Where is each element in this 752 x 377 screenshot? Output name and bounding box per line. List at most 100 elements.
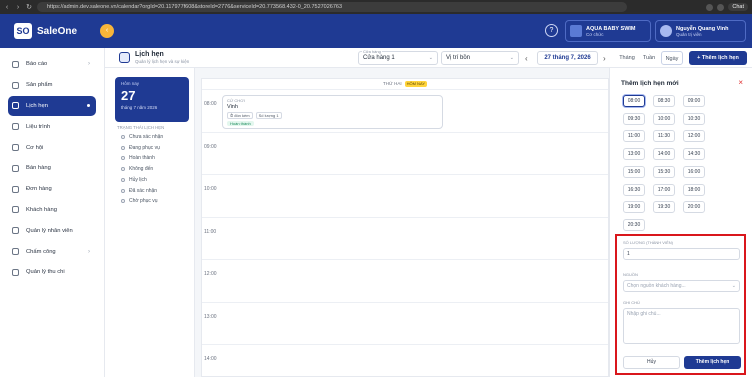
- time-slot-button[interactable]: 08:30: [653, 95, 675, 107]
- time-slot-button[interactable]: 19:30: [653, 201, 675, 214]
- cancel-button[interactable]: Hủy: [623, 356, 680, 369]
- status-legend-item[interactable]: Không đến: [121, 166, 153, 172]
- sidebar-item[interactable]: Lịch hẹn: [8, 95, 96, 117]
- status-legend-item[interactable]: Đang phục vụ: [121, 145, 160, 151]
- today-label: Hôm nay: [121, 81, 140, 86]
- day-calendar: THỨ HAI HÔM NAY 08:00 09:00 10:00 11:00 12:00…: [201, 78, 609, 377]
- user-role: Quản trị viên: [676, 31, 702, 37]
- hour-row[interactable]: [202, 131, 608, 133]
- page-header: Lịch hẹn Quản lý lịch hẹn và sự kiện Cửa…: [105, 48, 752, 68]
- note-textarea[interactable]: Nhập ghi chú...: [623, 308, 740, 344]
- status-legend-item[interactable]: Hủy lịch: [121, 177, 147, 183]
- today-card[interactable]: Hôm nay 27 tháng 7 năm 2026: [115, 77, 189, 122]
- back-icon[interactable]: ‹: [4, 4, 10, 11]
- time-slot-button[interactable]: 14:00: [653, 148, 675, 161]
- time-slot-button[interactable]: 13:00: [623, 148, 645, 161]
- sidebar-item[interactable]: Chấm công ›: [0, 241, 96, 262]
- appointment-time: CỬ CHƠI: [227, 98, 245, 103]
- user-account[interactable]: Nguyễn Quang Vinh Quản trị viên: [655, 20, 746, 42]
- time-slot-button[interactable]: 14:30: [683, 148, 705, 161]
- close-icon[interactable]: ×: [738, 78, 743, 87]
- store-select[interactable]: Cửa hàng Cửa hàng 1 ⌄: [358, 49, 438, 65]
- view-month-button[interactable]: Tháng: [617, 51, 637, 65]
- time-slot-button[interactable]: 09:30: [623, 112, 645, 125]
- forward-icon[interactable]: ›: [15, 4, 21, 11]
- status-legend-item[interactable]: Hoàn thành: [121, 155, 155, 161]
- location-select[interactable]: Vị trí bồn ⌄: [441, 51, 519, 65]
- time-slot-button[interactable]: 16:30: [623, 183, 645, 196]
- quantity-chip: Số lượng 1: [255, 112, 282, 119]
- store-name: AQUA BABY SWIM: [586, 25, 636, 32]
- status-dot-icon: [121, 177, 125, 182]
- status-legend-item[interactable]: Đã xác nhận: [121, 188, 157, 194]
- sidebar-item[interactable]: Báo cáo ›: [0, 54, 96, 75]
- status-dot-icon: [121, 188, 125, 193]
- hour-row[interactable]: [202, 216, 608, 218]
- view-day-button[interactable]: Ngày: [661, 51, 683, 65]
- chevron-down-icon: ⌄: [731, 283, 736, 289]
- reload-icon[interactable]: ↻: [26, 3, 32, 11]
- extension-icon[interactable]: [706, 3, 714, 11]
- quantity-input[interactable]: 1: [623, 248, 740, 260]
- service-chip-label: đón kèm: [234, 113, 250, 118]
- hour-row[interactable]: [202, 301, 608, 303]
- address-bar[interactable]: https://admin.dev.saleone.vn/calendar?or…: [37, 2, 627, 12]
- browser-toolbar: ‹ › ↻ https://admin.dev.saleone.vn/calen…: [0, 0, 752, 14]
- time-slot-button[interactable]: 11:00: [623, 130, 645, 143]
- time-slot-button[interactable]: 16:00: [683, 165, 705, 178]
- view-week-button[interactable]: Tuần: [639, 51, 659, 65]
- time-slot-button[interactable]: 15:30: [653, 165, 675, 178]
- page-subtitle: Quản lý lịch hẹn và sự kiện: [135, 59, 190, 64]
- sidebar-item[interactable]: Sản phẩm: [0, 75, 96, 96]
- appointment-card[interactable]: CỬ CHƠI Vinh ⏱ đón kèm Số lượng 1 Hoàn t…: [222, 95, 443, 129]
- time-slot-button[interactable]: 10:30: [683, 112, 705, 125]
- sidebar-item-label: Quản lý nhân viên: [26, 227, 73, 234]
- prev-date-button[interactable]: ‹: [525, 54, 528, 63]
- status-legend-item[interactable]: Chưa xác nhận: [121, 134, 163, 140]
- time-slot-button[interactable]: 19:00: [623, 201, 645, 214]
- help-icon[interactable]: ?: [545, 24, 558, 37]
- time-slot-button[interactable]: 08:00: [623, 95, 645, 107]
- hour-row[interactable]: [202, 174, 608, 175]
- sidebar-item[interactable]: Cơ hội: [0, 137, 96, 158]
- time-slot-button[interactable]: 18:00: [683, 183, 705, 196]
- status-legend-label: Hủy lịch: [129, 176, 147, 183]
- add-appointment-button[interactable]: + Thêm lịch hẹn: [689, 51, 747, 65]
- sidebar: Báo cáo › Sản phẩm Lịch hẹn Liệu trình Cơ hội…: [0, 48, 105, 377]
- hour-row[interactable]: [202, 89, 608, 90]
- time-slot-button[interactable]: 17:00: [653, 183, 675, 196]
- sidebar-item[interactable]: Đơn hàng: [0, 179, 96, 200]
- time-slot-button[interactable]: 20:30: [623, 218, 645, 231]
- customer-icon: [12, 206, 19, 214]
- time-slot-button[interactable]: 12:00: [683, 130, 705, 143]
- status-dot-icon: [121, 167, 125, 172]
- hour-label: 09:00: [204, 143, 217, 150]
- avatar: [660, 25, 672, 37]
- chat-button[interactable]: Chat: [728, 3, 748, 11]
- sidebar-item[interactable]: Quản lý nhân viên: [0, 220, 96, 241]
- time-slot-button[interactable]: 09:00: [683, 95, 705, 107]
- submit-appointment-button[interactable]: Thêm lịch hẹn: [684, 356, 741, 369]
- new-appointment-panel: Thêm lịch hẹn mới × 08:00 08:30 09:00 09:30…: [609, 68, 752, 377]
- time-slot-button[interactable]: 10:00: [653, 112, 675, 125]
- sidebar-item[interactable]: Bán hàng: [0, 158, 96, 179]
- next-date-button[interactable]: ›: [603, 54, 606, 63]
- sidebar-item[interactable]: Quản lý thu chi: [0, 262, 96, 283]
- sidebar-item-label: Báo cáo: [26, 61, 48, 68]
- sidebar-item[interactable]: Liệu trình: [0, 116, 96, 137]
- status-legend-item[interactable]: Chờ phục vụ: [121, 198, 158, 204]
- profile-icon[interactable]: [717, 3, 725, 11]
- time-slot-button[interactable]: 20:00: [683, 201, 705, 214]
- time-slot-button[interactable]: 15:00: [623, 165, 645, 178]
- sidebar-item-label: Khách hàng: [26, 206, 57, 213]
- sidebar-item-label: Quản lý thu chi: [26, 269, 65, 276]
- sidebar-item[interactable]: Khách hàng: [0, 200, 96, 221]
- time-slot-button[interactable]: 11:30: [653, 130, 675, 143]
- hour-row[interactable]: [202, 259, 608, 260]
- date-display[interactable]: 27 tháng 7, 2026: [537, 51, 598, 65]
- collapse-sidebar-button[interactable]: ‹: [100, 24, 114, 38]
- source-select[interactable]: Chọn nguồn khách hàng... ⌄: [623, 280, 740, 292]
- store-account[interactable]: AQUA BABY SWIM Cơ chức: [565, 20, 651, 42]
- hour-row[interactable]: [202, 344, 608, 345]
- product-icon: [12, 81, 19, 89]
